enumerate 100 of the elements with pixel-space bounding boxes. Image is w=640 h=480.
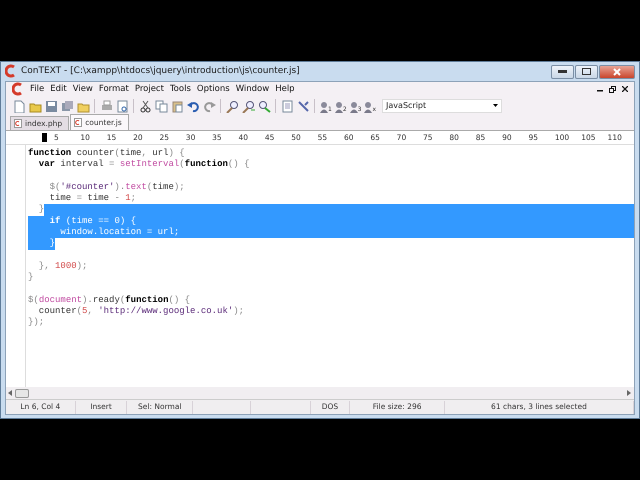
menu-item[interactable]: Tools xyxy=(166,85,194,94)
close-button[interactable] xyxy=(599,64,635,78)
menu-item[interactable]: File xyxy=(27,85,48,94)
restore-icon[interactable] xyxy=(609,86,616,93)
code-token: . xyxy=(92,227,98,238)
code-token: function xyxy=(28,148,72,160)
code-token: interval xyxy=(59,159,105,171)
highlighter-dropdown[interactable]: JavaScript xyxy=(382,99,502,113)
code-token: } xyxy=(38,204,44,216)
code-token: } xyxy=(28,238,56,250)
code-token: ); xyxy=(174,182,185,194)
minimize-button[interactable] xyxy=(551,64,574,78)
code-token: function xyxy=(184,159,228,171)
document-icon[interactable] xyxy=(280,100,294,112)
code-token: time xyxy=(87,193,110,204)
app-logo-icon xyxy=(12,82,24,96)
close-icon xyxy=(613,68,621,76)
code-token: time xyxy=(120,148,142,160)
code-token: 1 xyxy=(125,193,131,204)
code-token: 5 xyxy=(82,306,88,318)
search-icon[interactable] xyxy=(226,100,238,112)
code-token: ( xyxy=(114,148,120,160)
code-token: ; xyxy=(174,227,180,238)
scissors-icon[interactable] xyxy=(138,100,152,112)
code-token: ); xyxy=(233,306,244,318)
code-token: ( xyxy=(60,216,72,228)
window-title: ConTEXT - [C:\xampp\htdocs\jquery\introduction\js\counter.js] xyxy=(21,64,300,78)
tools-icon[interactable] xyxy=(296,100,310,112)
menu-item[interactable]: View xyxy=(70,85,96,94)
print-preview-icon[interactable] xyxy=(116,100,128,112)
code-token: 'http://www.google.co.uk' xyxy=(98,306,234,318)
scroll-right-icon[interactable] xyxy=(627,390,632,396)
user-icon xyxy=(334,101,343,113)
code-token: document xyxy=(38,294,82,306)
code-token: time xyxy=(152,182,174,194)
undo-icon[interactable] xyxy=(186,100,200,112)
code-token: 1000 xyxy=(55,260,77,272)
menu-item[interactable]: Help xyxy=(272,85,298,94)
code-token: setInterval xyxy=(120,159,180,171)
file-icon xyxy=(14,119,22,128)
code-token: = xyxy=(146,227,158,238)
code-token: , xyxy=(87,306,94,318)
copy-icon[interactable] xyxy=(154,100,168,112)
new-file-icon[interactable] xyxy=(12,100,26,112)
scroll-left-icon[interactable] xyxy=(8,390,13,396)
print-icon[interactable] xyxy=(100,100,112,112)
code-token: , xyxy=(141,148,148,160)
code-token: () { xyxy=(168,294,190,306)
code-token: () { xyxy=(228,159,250,171)
code-token: } xyxy=(28,272,34,284)
close-icon[interactable] xyxy=(622,86,628,92)
code-token: time xyxy=(48,193,72,204)
code-token: counter xyxy=(76,148,114,160)
paste-icon[interactable] xyxy=(170,100,184,112)
horizontal-scrollbar[interactable] xyxy=(6,387,634,399)
save-icon[interactable] xyxy=(44,100,58,112)
code-token: ). xyxy=(114,182,126,194)
find-next-icon[interactable] xyxy=(258,100,270,112)
save-all-icon[interactable] xyxy=(60,100,74,112)
user-icon xyxy=(363,101,372,113)
app-logo-icon xyxy=(5,64,17,78)
code-token: $( xyxy=(28,294,39,306)
code-token: ). xyxy=(82,294,93,306)
code-token: ( xyxy=(146,182,152,194)
code-token: ( xyxy=(76,306,82,318)
code-token: $( xyxy=(48,182,60,194)
code-token: }); xyxy=(28,317,44,329)
code-token: ( xyxy=(120,294,126,306)
code-token: ; xyxy=(130,193,136,204)
code-token: counter xyxy=(38,306,77,318)
menu-item[interactable]: Project xyxy=(132,85,167,94)
menu-item[interactable]: Window xyxy=(232,85,272,94)
code-token: 0 xyxy=(114,216,120,228)
menu-item[interactable]: Options xyxy=(194,85,233,94)
code-token: if xyxy=(28,216,60,228)
minimize-icon xyxy=(558,70,567,73)
code-token: - xyxy=(114,193,121,204)
code-token: ) { xyxy=(168,148,185,160)
maximize-icon xyxy=(582,68,591,75)
scrollbar-thumb[interactable] xyxy=(15,388,29,398)
code-token: }, xyxy=(38,260,51,272)
code-token: = xyxy=(76,193,84,204)
code-token: == xyxy=(98,216,114,228)
code-token: var xyxy=(38,159,56,171)
code-token: text xyxy=(125,182,147,194)
user-icon xyxy=(348,101,358,113)
code-token: function xyxy=(125,294,168,306)
menu-item[interactable]: Edit xyxy=(47,85,70,94)
code-token: '#counter' xyxy=(60,182,114,194)
maximize-button[interactable] xyxy=(575,64,598,78)
code-token: ); xyxy=(76,260,88,272)
find-replace-icon[interactable] xyxy=(242,100,254,112)
caret-icon[interactable] xyxy=(493,104,498,108)
menu-item[interactable]: Format xyxy=(96,85,132,94)
code-token: = xyxy=(109,159,116,171)
file-icon xyxy=(74,118,82,127)
code-token: ready xyxy=(92,294,120,306)
code-token: location xyxy=(98,227,147,238)
user-icon xyxy=(319,101,328,113)
code-token: window xyxy=(28,227,93,238)
